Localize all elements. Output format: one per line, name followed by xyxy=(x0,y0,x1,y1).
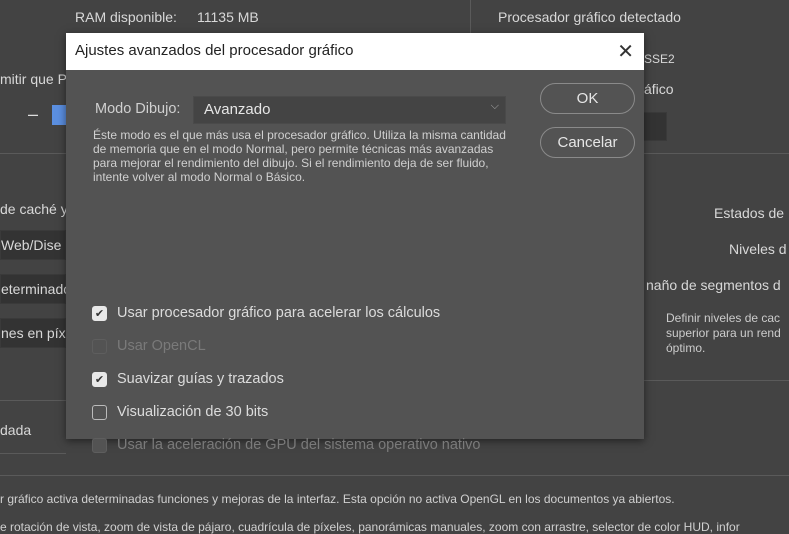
checkbox-30-bit-display[interactable]: Visualización de 30 bits xyxy=(92,404,268,420)
divider xyxy=(0,400,66,401)
mode-description: Éste modo es el que más usa el procesado… xyxy=(93,128,506,184)
tile-size-label: naño de segmentos d xyxy=(646,277,781,293)
history-states-label: Estados de xyxy=(714,205,785,221)
drawing-mode-select[interactable]: Avanzado ⌵ xyxy=(193,96,506,124)
field-value: eterminado xyxy=(1,281,72,297)
checkbox-checked-icon[interactable]: ✔ xyxy=(92,371,107,387)
checkbox-label: Usar procesador gráfico para acelerar lo… xyxy=(117,305,441,321)
cancel-button[interactable]: Cancelar xyxy=(540,127,635,158)
checkbox-native-os-gpu: Usar la aceleración de GPU del sistema o… xyxy=(92,437,480,453)
divider xyxy=(0,453,66,454)
label-fragment: dada xyxy=(0,422,32,438)
allow-label: mitir que P xyxy=(0,71,67,87)
cache-label: de caché y xyxy=(0,201,68,217)
footer-info-2: e rotación de vista, zoom de vista de pá… xyxy=(0,520,740,534)
checkbox-icon xyxy=(92,437,107,453)
advanced-gpu-settings-dialog: Ajustes avanzados del procesador gráfico… xyxy=(66,33,644,453)
gpu-name: SSE2 xyxy=(644,52,675,66)
gpu-settings-button[interactable] xyxy=(640,112,667,141)
minus-icon[interactable]: – xyxy=(28,104,38,125)
ram-label: RAM disponible: xyxy=(75,9,177,25)
dialog-title: Ajustes avanzados del procesador gráfico xyxy=(75,42,354,59)
checkbox-antialias-guides[interactable]: ✔ Suavizar guías y trazados xyxy=(92,371,284,387)
chevron-down-icon: ⌵ xyxy=(490,100,499,112)
checkbox-icon xyxy=(92,338,107,354)
checkbox-label: Visualización de 30 bits xyxy=(117,404,269,420)
cache-desc-3: óptimo. xyxy=(666,341,706,355)
checkbox-checked-icon[interactable]: ✔ xyxy=(92,305,107,321)
gpu-settings-label: áfico xyxy=(644,81,674,97)
drawing-mode-value: Avanzado xyxy=(204,101,271,118)
divider xyxy=(640,380,789,381)
checkbox-icon[interactable] xyxy=(92,404,107,420)
field-value: Web/Dise xyxy=(1,237,62,253)
slider-handle[interactable] xyxy=(52,105,66,125)
ram-value: 11135 MB xyxy=(197,9,259,25)
checkbox-label: Suavizar guías y trazados xyxy=(117,371,284,387)
divider xyxy=(0,475,789,476)
checkbox-use-opencl: Usar OpenCL xyxy=(92,338,206,354)
dialog-titlebar: Ajustes avanzados del procesador gráfico… xyxy=(66,33,644,70)
mode-label: Modo Dibujo: xyxy=(95,101,181,117)
checkbox-label: Usar OpenCL xyxy=(117,338,206,354)
checkbox-use-gpu-compute[interactable]: ✔ Usar procesador gráfico para acelerar l… xyxy=(92,305,440,321)
footer-info-1: r gráfico activa determinadas funciones … xyxy=(0,492,675,506)
field-select[interactable]: eterminado xyxy=(0,274,71,304)
checkbox-label: Usar la aceleración de GPU del sistema o… xyxy=(117,437,481,453)
close-icon[interactable]: ✕ xyxy=(617,39,634,64)
cache-preset-select[interactable]: Web/Dise xyxy=(0,230,66,260)
cache-levels-label: Niveles d xyxy=(729,241,787,257)
cache-desc-1: Definir niveles de cac xyxy=(666,311,781,325)
cache-desc-2: superior para un rend xyxy=(666,326,781,340)
units-select[interactable]: nes en píx xyxy=(0,318,66,348)
ok-button[interactable]: OK xyxy=(540,83,635,114)
gpu-detected-label: Procesador gráfico detectado xyxy=(498,9,681,25)
field-value: nes en píx xyxy=(1,325,66,341)
